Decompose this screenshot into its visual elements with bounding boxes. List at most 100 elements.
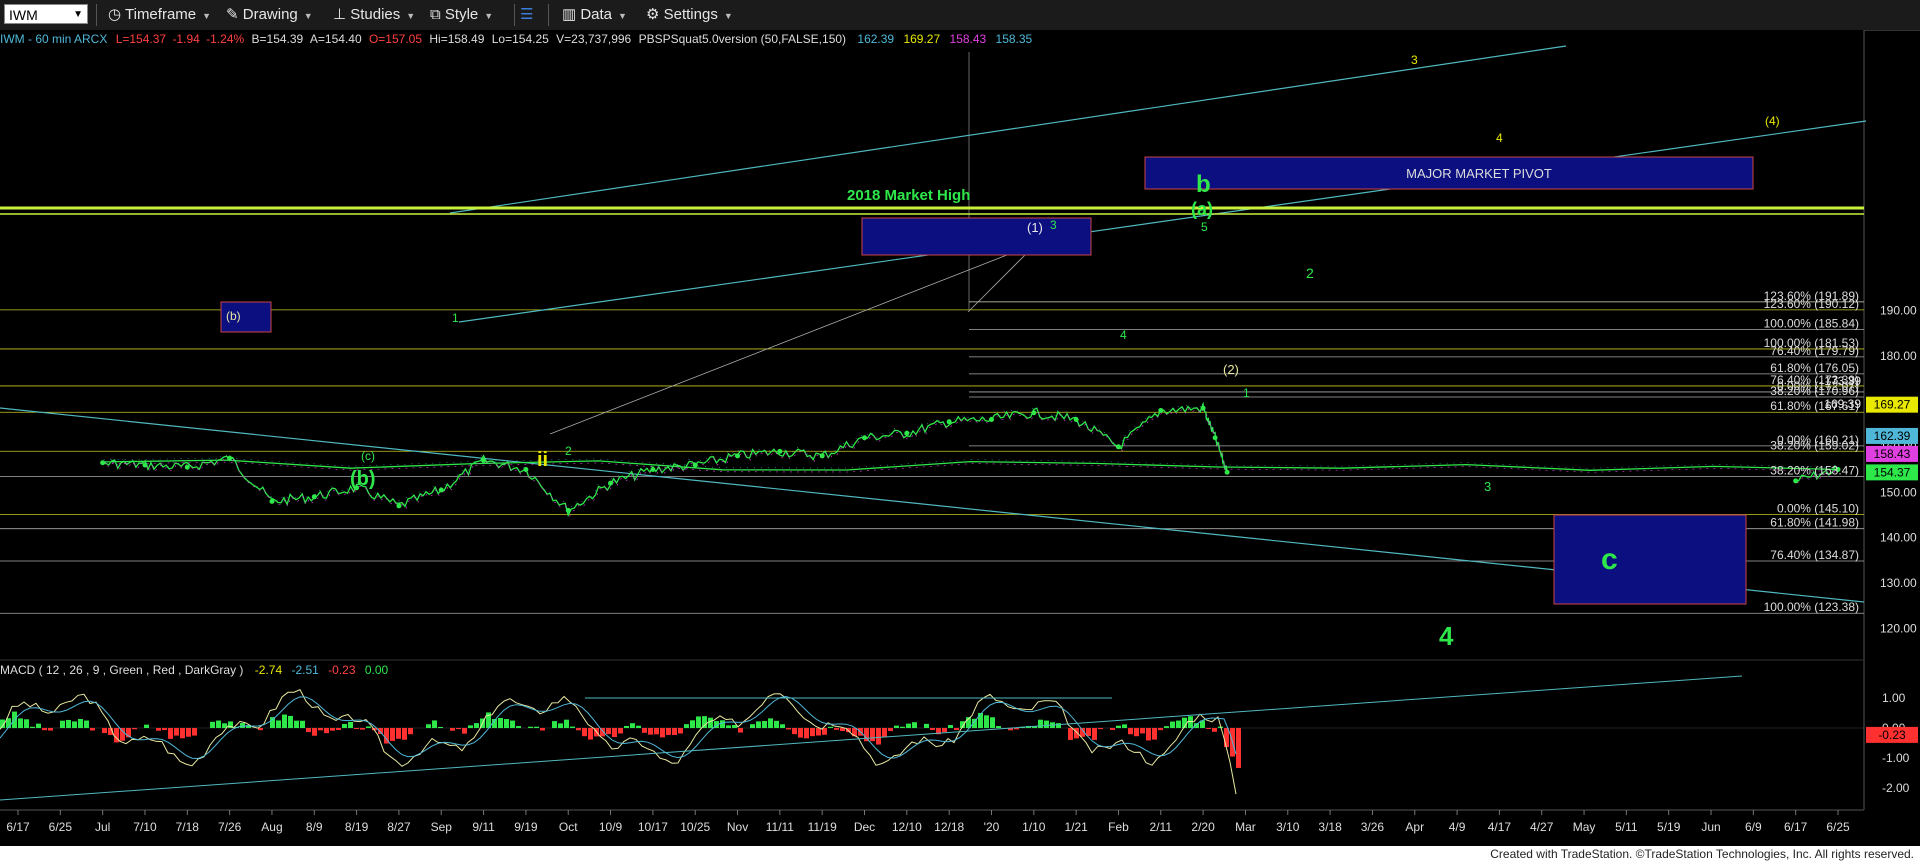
time-tick-label: 6/17 <box>6 820 30 834</box>
time-tick-label: 6/25 <box>1826 820 1850 834</box>
macd-histogram-bar <box>942 728 947 733</box>
macd-histogram-bar <box>474 723 479 728</box>
macd-histogram-bar <box>324 728 329 734</box>
price-point <box>988 417 994 423</box>
macd-histogram-bar <box>360 728 365 730</box>
price-point <box>692 462 698 468</box>
open-price: O=157.05 <box>369 32 422 46</box>
studies-label: Studies <box>350 6 401 23</box>
copyright-text: Created with TradeStation. ©TradeStation… <box>1490 847 1914 861</box>
timeframe-menu[interactable]: ◷ Timeframe ▼ <box>108 5 211 25</box>
macd-histogram-bar <box>978 712 983 728</box>
wave-label: 3 <box>1411 53 1418 67</box>
macd-histogram-bar <box>660 728 665 738</box>
time-tick-label: 2/20 <box>1191 820 1215 834</box>
header-line: IWM - 60 min ARCX L=154.37 -1.94 -1.24% … <box>0 32 1033 46</box>
macd-histogram-bar <box>408 728 413 735</box>
volume: V=23,737,996 <box>556 32 631 46</box>
macd-histogram-bar <box>720 720 725 728</box>
macd-histogram-bar <box>618 728 623 734</box>
macd-histogram-bar <box>996 726 1001 728</box>
wave-label: (b) <box>226 309 241 323</box>
macd-histogram-bar <box>564 719 569 728</box>
macd-histogram-bar <box>636 725 641 728</box>
macd-histogram-bar <box>798 728 803 738</box>
macd-histogram-bar <box>756 721 761 728</box>
price-tick-label: 150.00 <box>1880 485 1917 499</box>
macd-histogram-bar <box>354 728 359 730</box>
layout-button[interactable]: ☰ <box>520 5 533 25</box>
macd-axis: 1.000.00-1.00-2.00-0.23 <box>1866 691 1918 795</box>
price-point <box>735 453 741 459</box>
macd-histogram-bar <box>666 728 671 735</box>
chart-area[interactable]: 123.60% (191.89)123.60% (190.12)100.00% … <box>0 30 1920 846</box>
time-tick-label: 11/11 <box>766 820 795 834</box>
macd-histogram-bar <box>726 725 731 728</box>
chevron-down-icon: ▼ <box>484 11 494 21</box>
time-tick-label: 6/25 <box>49 820 73 834</box>
wave-label: 4 <box>1496 131 1503 145</box>
fib-level-label: 38.20% (153.47) <box>1770 463 1859 477</box>
symbol-text: IWM <box>9 7 38 23</box>
wave-label: 3 <box>1484 479 1491 494</box>
macd-histogram-bar <box>1038 719 1043 728</box>
price-point <box>269 498 275 504</box>
fib-level-label: 76.40% (179.79) <box>1770 344 1859 358</box>
macd-histogram-bar <box>1068 728 1073 740</box>
time-tick-label: 8/9 <box>306 820 323 834</box>
style-menu[interactable]: ⧉ Style ▼ <box>430 5 493 25</box>
pencil-icon: ✎ <box>226 6 243 23</box>
macd-histogram-bar <box>924 723 929 728</box>
price-point <box>862 435 868 441</box>
macd-histogram-bar <box>300 720 305 728</box>
macd-histogram-bar <box>864 728 869 742</box>
price-point <box>946 419 952 425</box>
macd-histogram-bar <box>1074 728 1079 739</box>
price-point <box>1031 410 1037 416</box>
price-point <box>1115 444 1121 450</box>
timeframe-label: Timeframe <box>125 6 197 23</box>
macd-histogram-bar <box>1044 720 1049 728</box>
macd-histogram-bar <box>294 720 299 728</box>
macd-histogram-bar <box>432 720 437 728</box>
macd-histogram-bar <box>84 720 89 728</box>
macd-histogram-bar <box>36 723 41 728</box>
fib-level-label: 100.00% (185.84) <box>1764 316 1859 330</box>
wave-label: 2 <box>565 444 572 458</box>
studies-menu[interactable]: ⊥ Studies ▼ <box>333 5 415 25</box>
macd-histogram-bar <box>534 726 539 728</box>
macd-histogram-bar <box>1110 728 1115 730</box>
macd-trend-line <box>0 675 1743 801</box>
wave-label: b <box>1196 171 1211 198</box>
macd-signal: -2.51 <box>291 663 319 677</box>
macd-histogram-bar <box>582 728 587 737</box>
macd-histogram-bar <box>42 728 47 731</box>
pct-change: -1.24% <box>206 32 244 46</box>
price-label: 169.39 <box>1824 397 1861 411</box>
study-name: PBSPSquat5.0version (50,FALSE,150) <box>639 32 846 46</box>
macd-tick-label: -2.00 <box>1882 781 1910 795</box>
macd-histogram-bar <box>222 723 227 728</box>
macd-histogram-bar <box>30 726 35 728</box>
macd-histogram-bar <box>630 723 635 728</box>
price-point <box>100 460 106 466</box>
price-point <box>481 457 487 463</box>
macd-histogram-bar <box>90 728 95 731</box>
drawing-menu[interactable]: ✎ Drawing ▼ <box>226 5 313 25</box>
macd-histogram-bar <box>456 728 461 730</box>
price-tick-label: 140.00 <box>1880 531 1917 545</box>
data-menu[interactable]: ▥ Data ▼ <box>562 5 627 25</box>
macd-histogram-bar <box>1128 728 1133 735</box>
ask-price: A=154.40 <box>310 32 362 46</box>
time-tick-label: 8/27 <box>387 820 411 834</box>
macd-histogram-bar <box>288 715 293 728</box>
macd-histogram-bar <box>1164 726 1169 728</box>
macd-histogram-bar <box>732 725 737 728</box>
price-point <box>311 494 317 500</box>
macd-histogram-bar <box>312 728 317 736</box>
symbol-box[interactable]: IWM ▼ <box>4 4 88 24</box>
macd-histogram-bar <box>1134 728 1139 737</box>
price-tick-label: 190.00 <box>1880 303 1917 317</box>
price-point <box>227 455 233 461</box>
settings-menu[interactable]: ⚙ Settings ▼ <box>646 5 733 25</box>
